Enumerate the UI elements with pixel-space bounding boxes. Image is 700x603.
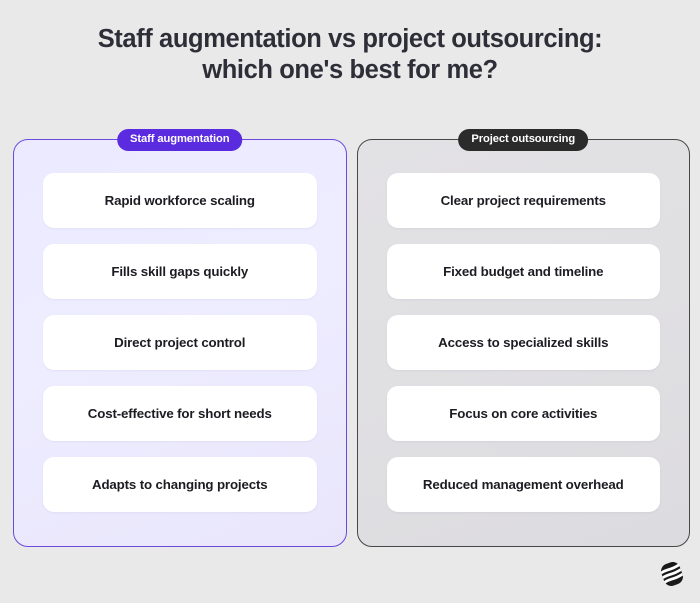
card-label: Cost-effective for short needs	[87, 406, 272, 421]
badge-staff-augmentation: Staff augmentation	[116, 129, 243, 151]
column-project-outsourcing: Project outsourcing Clear project requir…	[356, 129, 690, 547]
card-label: Access to specialized skills	[438, 335, 609, 350]
brand-logo	[657, 559, 687, 589]
card-label: Focus on core activities	[449, 406, 598, 421]
card-staff-augmentation-1: Rapid workforce scaling	[43, 173, 317, 228]
card-staff-augmentation-3: Direct project control	[43, 315, 317, 370]
card-label: Reduced management overhead	[422, 477, 624, 492]
comparison-columns: Staff augmentation Rapid workforce scali…	[13, 129, 690, 547]
card-project-outsourcing-5: Reduced management overhead	[386, 457, 660, 512]
card-label: Fills skill gaps quickly	[111, 264, 249, 279]
card-label: Clear project requirements	[440, 193, 606, 208]
card-label: Adapts to changing projects	[92, 477, 268, 492]
card-label: Rapid workforce scaling	[104, 193, 255, 208]
page-title-line-2: which one's best for me?	[202, 56, 498, 84]
infographic-canvas: Staff augmentation vs project outsourcin…	[0, 0, 700, 603]
card-label: Fixed budget and timeline	[443, 264, 604, 279]
card-project-outsourcing-1: Clear project requirements	[386, 173, 660, 228]
card-project-outsourcing-4: Focus on core activities	[386, 386, 660, 441]
page-title: Staff augmentation vs project outsourcin…	[0, 24, 700, 86]
page-title-line-1: Staff augmentation vs project outsourcin…	[97, 25, 603, 53]
card-project-outsourcing-2: Fixed budget and timeline	[386, 244, 660, 299]
column-staff-augmentation: Staff augmentation Rapid workforce scali…	[13, 129, 347, 547]
stylized-s-logo-icon	[660, 562, 683, 586]
badge-project-outsourcing: Project outsourcing	[458, 129, 589, 151]
card-staff-augmentation-5: Adapts to changing projects	[43, 457, 317, 512]
card-staff-augmentation-2: Fills skill gaps quickly	[43, 244, 317, 299]
card-project-outsourcing-3: Access to specialized skills	[386, 315, 660, 370]
card-staff-augmentation-4: Cost-effective for short needs	[43, 386, 317, 441]
card-label: Direct project control	[114, 335, 246, 350]
